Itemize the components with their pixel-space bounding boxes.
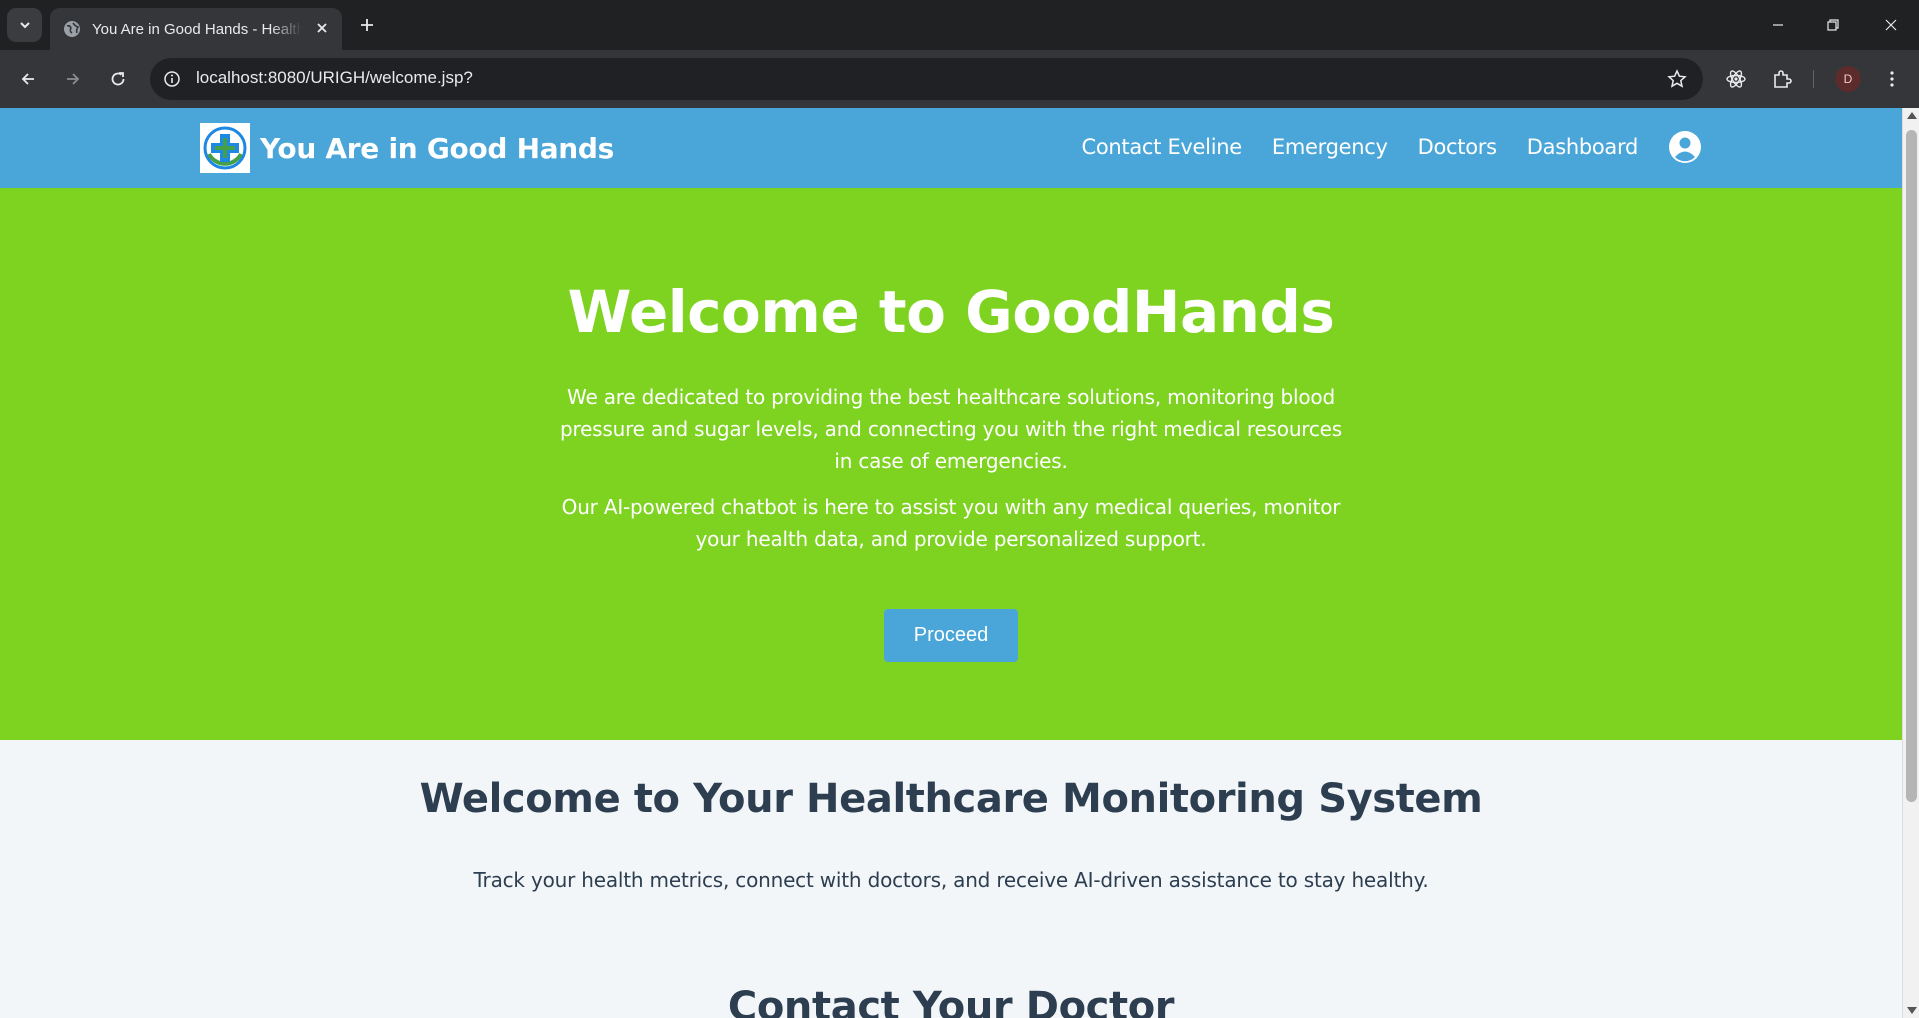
browser-tab-bar: You Are in Good Hands - Health	[0, 0, 1919, 50]
back-button[interactable]	[12, 63, 44, 95]
new-tab-button[interactable]	[354, 12, 380, 38]
nav-contact-eveline[interactable]: Contact Eveline	[1081, 135, 1242, 159]
restore-icon	[1827, 19, 1839, 31]
user-account-icon[interactable]	[1668, 130, 1702, 164]
arrow-left-icon	[21, 73, 34, 85]
scroll-up-arrow-icon[interactable]	[1907, 112, 1917, 119]
globe-icon	[62, 19, 82, 39]
tab-search-button[interactable]	[7, 8, 42, 42]
restore-button[interactable]	[1818, 10, 1848, 40]
intro-subtitle: Track your health metrics, connect with …	[473, 868, 1429, 892]
minimize-button[interactable]	[1763, 10, 1793, 40]
atom-icon	[1726, 70, 1746, 88]
more-vertical-icon	[1890, 71, 1894, 87]
reload-button[interactable]	[102, 63, 134, 95]
hero-title: Welcome to GoodHands	[567, 278, 1335, 346]
page-viewport: You Are in Good Hands Contact Eveline Em…	[0, 108, 1902, 1018]
nav-dashboard[interactable]: Dashboard	[1527, 135, 1639, 159]
chevron-down-icon	[19, 22, 30, 29]
arrow-right-icon	[67, 73, 80, 85]
intro-title: Welcome to Your Healthcare Monitoring Sy…	[419, 776, 1483, 822]
page-scrollbar[interactable]	[1902, 108, 1919, 1018]
browser-tab[interactable]: You Are in Good Hands - Health	[50, 8, 342, 50]
tab-title: You Are in Good Hands - Health	[92, 20, 302, 38]
medical-cross-logo-icon	[200, 123, 250, 173]
reload-icon	[111, 72, 125, 86]
scrollbar-thumb[interactable]	[1906, 130, 1917, 802]
extensions-button[interactable]	[1766, 63, 1798, 95]
contact-title: Contact Your Doctor	[727, 984, 1175, 1018]
site-header: You Are in Good Hands Contact Eveline Em…	[0, 108, 1902, 188]
close-icon	[1885, 19, 1897, 31]
url-text: localhost:8080/URIGH/welcome.jsp?	[196, 68, 473, 87]
site-nav: Contact Eveline Emergency Doctors Dashbo…	[1051, 130, 1702, 164]
hero-section: Welcome to GoodHands We are dedicated to…	[0, 188, 1902, 740]
star-icon[interactable]	[1665, 67, 1689, 91]
profile-avatar[interactable]: D	[1835, 66, 1861, 92]
brand-name: You Are in Good Hands	[260, 131, 615, 165]
nav-emergency[interactable]: Emergency	[1272, 135, 1388, 159]
browser-menu-button[interactable]	[1876, 63, 1908, 95]
hero-paragraph-2: Our AI-powered chatbot is here to assist…	[561, 495, 1341, 551]
minimize-icon	[1773, 24, 1783, 26]
browser-toolbar: localhost:8080/URIGH/welcome.jsp? D	[0, 50, 1919, 108]
nav-doctors[interactable]: Doctors	[1418, 135, 1497, 159]
brand[interactable]: You Are in Good Hands	[200, 123, 614, 173]
hero-paragraph-1: We are dedicated to providing the best h…	[560, 385, 1342, 473]
forward-button[interactable]	[57, 63, 89, 95]
close-window-button[interactable]	[1876, 10, 1906, 40]
close-icon[interactable]	[312, 18, 332, 38]
toolbar-separator	[1813, 70, 1814, 88]
puzzle-icon	[1774, 70, 1792, 88]
proceed-button[interactable]: Proceed	[884, 609, 1018, 662]
plus-icon	[361, 19, 373, 31]
scroll-down-arrow-icon[interactable]	[1907, 1007, 1917, 1014]
react-devtools-extension[interactable]	[1720, 63, 1752, 95]
address-bar[interactable]: localhost:8080/URIGH/welcome.jsp?	[150, 58, 1703, 100]
site-info-icon[interactable]	[160, 67, 184, 91]
